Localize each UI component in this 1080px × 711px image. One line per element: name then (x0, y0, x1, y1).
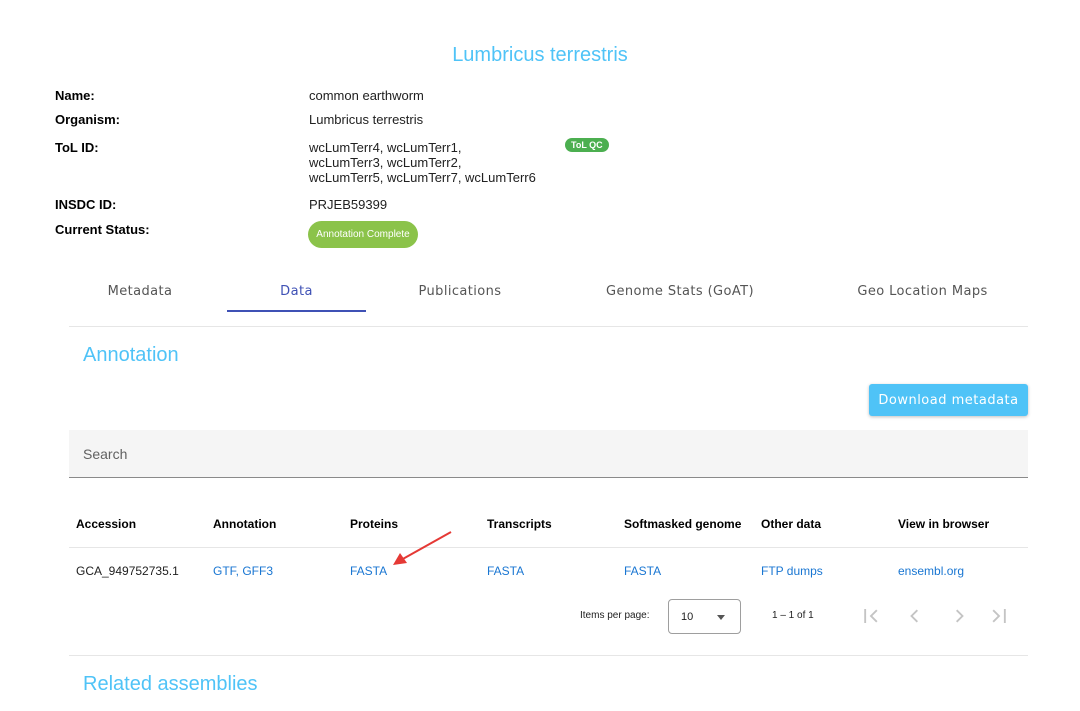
column-header-accession[interactable]: Accession (76, 517, 136, 531)
tolqc-badge[interactable]: ToL QC (565, 138, 609, 152)
tolid-line: wcLumTerr4, wcLumTerr1, (309, 140, 462, 155)
annotation-section-title: Annotation (83, 344, 179, 366)
tolid-label: ToL ID: (55, 140, 99, 155)
accession-cell: GCA_949752735.1 (76, 564, 179, 578)
download-metadata-button[interactable]: Download metadata (869, 384, 1028, 416)
page-title: Lumbricus terrestris (452, 44, 628, 66)
column-header-view-in-browser[interactable]: View in browser (898, 517, 989, 531)
dropdown-arrow-icon (717, 615, 725, 620)
name-label: Name: (55, 88, 95, 103)
search-input[interactable]: Search (69, 430, 1028, 478)
search-placeholder: Search (83, 446, 128, 462)
active-tab-indicator (227, 310, 366, 312)
insdc-value: PRJEB59399 (309, 197, 388, 212)
page-size-select[interactable]: 10 (668, 599, 741, 634)
table-header-divider (69, 547, 1028, 548)
tab-genome-stats[interactable]: Genome Stats (GoAT) (590, 284, 770, 299)
chevron-right-icon[interactable] (945, 602, 973, 630)
last-page-icon[interactable] (985, 602, 1013, 630)
red-pointer-arrow-icon (393, 531, 452, 565)
related-assemblies-title: Related assemblies (83, 673, 258, 695)
column-header-annotation[interactable]: Annotation (213, 517, 276, 531)
column-header-softmasked-genome[interactable]: Softmasked genome (624, 517, 741, 531)
column-header-transcripts[interactable]: Transcripts (487, 517, 552, 531)
chevron-left-icon[interactable] (901, 602, 929, 630)
tab-data[interactable]: Data (227, 284, 366, 299)
organism-value: Lumbricus terrestris (309, 112, 424, 127)
tab-publications[interactable]: Publications (395, 284, 525, 299)
annotation-link[interactable]: GTF, GFF3 (213, 564, 273, 578)
items-per-page-label: Items per page: (580, 610, 650, 621)
status-badge: Annotation Complete (308, 221, 418, 248)
name-value: common earthworm (309, 88, 424, 103)
tab-divider (69, 326, 1028, 327)
ensembl-link[interactable]: ensembl.org (898, 564, 964, 578)
transcripts-fasta-link[interactable]: FASTA (487, 564, 524, 578)
first-page-icon[interactable] (857, 602, 885, 630)
tolid-value: wcLumTerr4, wcLumTerr1, wcLumTerr3, wcLu… (309, 140, 536, 185)
tab-geo-location-maps[interactable]: Geo Location Maps (840, 284, 1005, 299)
tolid-line: wcLumTerr5, wcLumTerr7, wcLumTerr6 (309, 170, 536, 185)
organism-label: Organism: (55, 112, 121, 127)
insdc-label: INSDC ID: (55, 197, 117, 212)
status-label: Current Status: (55, 222, 150, 237)
softmasked-fasta-link[interactable]: FASTA (624, 564, 661, 578)
page-size-value: 10 (681, 611, 694, 623)
pagination-range: 1 – 1 of 1 (772, 610, 814, 621)
column-header-other-data[interactable]: Other data (761, 517, 821, 531)
tolid-line: wcLumTerr3, wcLumTerr2, (309, 155, 462, 170)
ftp-dumps-link[interactable]: FTP dumps (761, 564, 823, 578)
tab-metadata[interactable]: Metadata (90, 284, 190, 299)
section-divider (69, 655, 1028, 656)
proteins-fasta-link[interactable]: FASTA (350, 564, 387, 578)
